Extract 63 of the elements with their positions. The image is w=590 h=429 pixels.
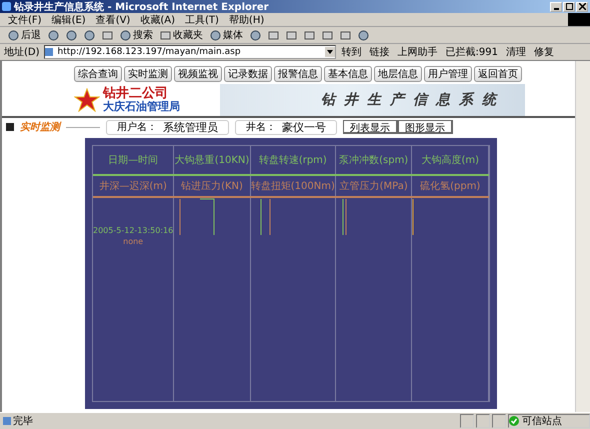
timestamp: 2005-5-12-13:50:16: [93, 226, 174, 235]
close-icon: [578, 3, 586, 10]
menu-item[interactable]: 文件(F): [8, 12, 42, 26]
trend-trace-drawing: [260, 198, 271, 236]
close-button[interactable]: [576, 2, 588, 12]
trend-trace-drawing: [179, 198, 216, 236]
scrollbar[interactable]: [575, 61, 590, 412]
menu-item[interactable]: 查看(V): [96, 12, 130, 26]
status-text: 完毕: [0, 414, 458, 428]
maximize-button[interactable]: [563, 2, 575, 12]
disc-icon: [210, 30, 221, 40]
clean-button[interactable]: 清理: [504, 45, 528, 59]
check-icon: [509, 416, 519, 426]
view-button[interactable]: 图形显示: [398, 120, 453, 134]
menu-item[interactable]: 帮助(H): [228, 12, 264, 26]
toolbar-button[interactable]: 收藏夹: [158, 28, 205, 42]
company-name: 钻井二公司: [103, 87, 169, 100]
repair-button[interactable]: 修复: [532, 45, 556, 59]
trend-trace-drawing: [342, 198, 347, 236]
toolbar-icon[interactable]: [64, 28, 79, 42]
banner-title: 钻井生产信息系统: [321, 91, 505, 109]
view-button[interactable]: 列表显示: [343, 120, 398, 134]
maximize-icon: [566, 3, 572, 10]
toolbar-icon[interactable]: [82, 28, 97, 42]
well-name: 豪仪一号: [282, 120, 326, 134]
user-name: 系统管理员: [163, 120, 218, 134]
page-icon: [44, 48, 53, 56]
nav-button[interactable]: 视频监视: [174, 66, 222, 82]
browser-icon: [2, 2, 11, 11]
minimize-button[interactable]: [550, 2, 562, 12]
address-label: 地址(D): [4, 46, 40, 59]
star-logo-icon: [74, 88, 100, 112]
toolbar-icon[interactable]: [248, 28, 263, 42]
toolbar-button[interactable]: 搜索: [118, 28, 155, 42]
status-text: none: [123, 237, 144, 246]
go-button[interactable]: 转到: [340, 45, 364, 59]
well-label: 井名：: [246, 120, 276, 134]
nav-button[interactable]: 综合查询: [74, 66, 122, 82]
helper-button[interactable]: 上网助手: [396, 45, 440, 59]
nav-button[interactable]: 报警信息: [274, 66, 322, 82]
nav-button[interactable]: 地层信息: [374, 66, 422, 82]
bureau-name: 大庆石油管理局: [103, 100, 180, 113]
menu-item[interactable]: 编辑(E): [52, 12, 86, 26]
toolbar-button[interactable]: 媒体: [208, 28, 245, 42]
menu-item[interactable]: 工具(T): [185, 12, 219, 26]
section-title: 实时监测: [20, 120, 60, 134]
links-button[interactable]: 链接: [368, 45, 392, 59]
nav-button[interactable]: 记录数据: [224, 66, 272, 82]
nav-button[interactable]: 返回首页: [474, 66, 522, 82]
user-label: 用户名：: [117, 120, 157, 134]
nav-button[interactable]: 用户管理: [424, 66, 472, 82]
toolbar-button[interactable]: 后退: [6, 28, 43, 42]
popup-blocked-button[interactable]: 已拦截:991: [444, 45, 500, 59]
nav-button[interactable]: 实时监测: [124, 66, 172, 82]
toolbar-icon[interactable]: [356, 28, 371, 42]
dropdown-arrow-icon[interactable]: [324, 47, 335, 57]
window-title: 钻录井生产信息系统 - Microsoft Internet Explorer: [14, 0, 270, 14]
trend-trace-drawing: [412, 198, 414, 236]
address-field[interactable]: http://192.168.123.197/mayan/main.asp: [44, 45, 336, 59]
nav-button[interactable]: 基本信息: [324, 66, 372, 82]
security-zone: 可信站点: [508, 414, 590, 428]
menu-item[interactable]: 收藏(A): [140, 12, 175, 26]
toolbar-icon[interactable]: [46, 28, 61, 42]
